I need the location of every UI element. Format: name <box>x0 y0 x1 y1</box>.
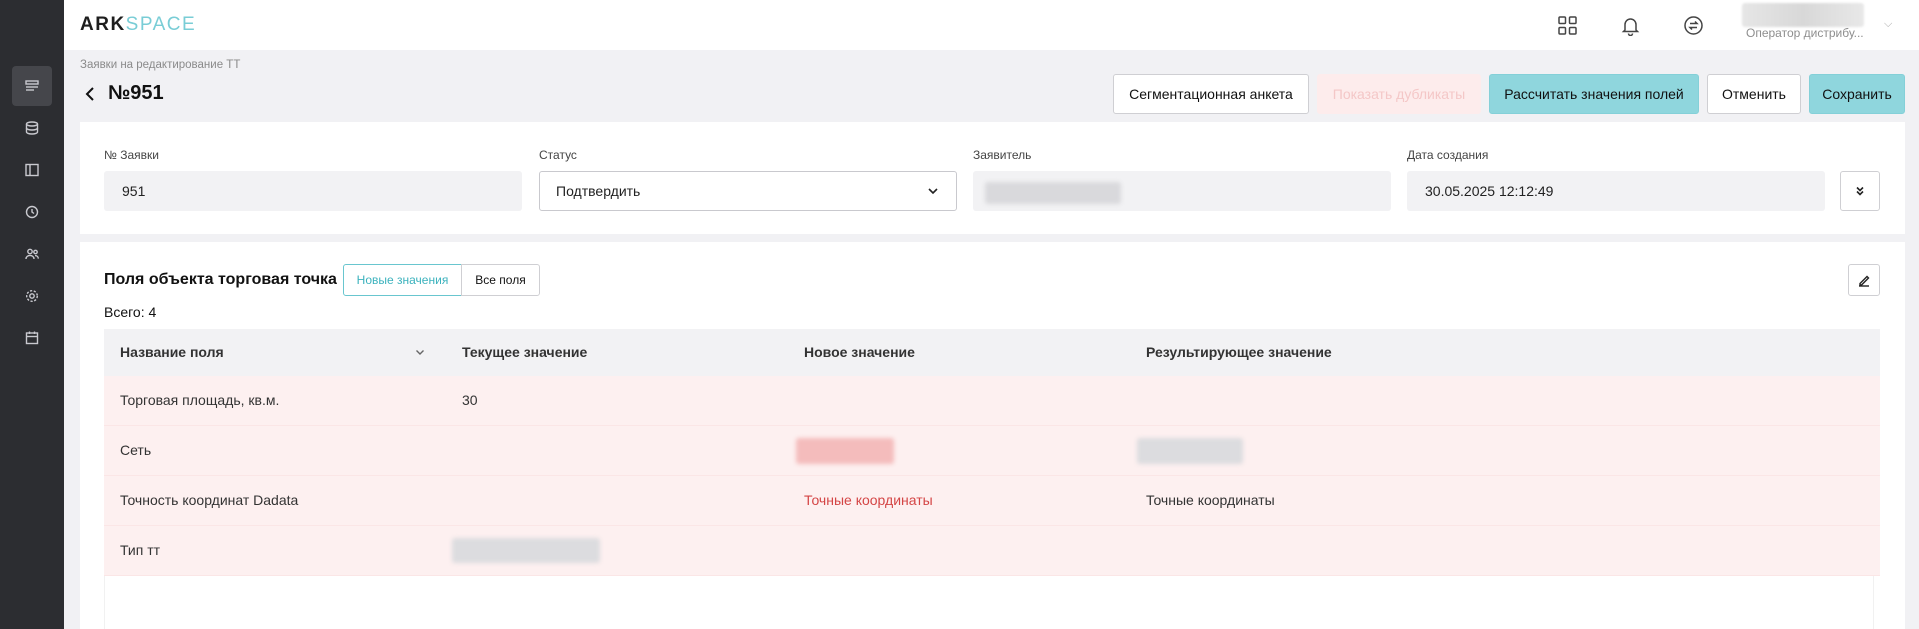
sidebar-item-database[interactable] <box>12 108 52 148</box>
column-header-new: Новое значение <box>804 344 915 360</box>
topbar: ARKSPACE Оператор дистрибу... ⌵ <box>64 0 1919 50</box>
cell-new-value: Точные координаты <box>804 492 933 508</box>
request-info-card: № Заявки 951 Статус Подтвердить Заявител… <box>80 122 1905 234</box>
notifications-button[interactable] <box>1617 12 1643 38</box>
show-duplicates-button[interactable]: Показать дубликаты <box>1317 74 1481 114</box>
sidebar <box>0 0 64 629</box>
logo-main: ARK <box>80 14 126 35</box>
calendar-icon <box>25 331 39 345</box>
table-row[interactable]: Сеть <box>104 426 1880 476</box>
fields-table: Название поля Текущее значение Новое зна… <box>104 329 1880 629</box>
created-date-field: 30.05.2025 12:12:49 <box>1407 171 1825 211</box>
column-header-field-name[interactable]: Название поля <box>120 344 224 360</box>
expand-button[interactable] <box>1840 171 1880 211</box>
cell-field-name: Торговая площадь, кв.м. <box>120 392 280 408</box>
current-value-blurred <box>452 538 600 563</box>
user-role: Оператор дистрибу... <box>1746 26 1864 40</box>
cell-field-name: Точность координат Dadata <box>120 492 299 508</box>
sidebar-item-history[interactable] <box>12 192 52 232</box>
request-number-value: 951 <box>122 183 146 199</box>
page-title: №951 <box>108 82 164 104</box>
grid-icon <box>1557 15 1577 35</box>
status-value: Подтвердить <box>556 183 641 199</box>
bell-icon <box>1621 17 1639 36</box>
users-icon <box>25 248 39 260</box>
database-icon <box>25 121 39 135</box>
table-header: Название поля Текущее значение Новое зна… <box>104 329 1880 376</box>
breadcrumb[interactable]: Заявки на редактирование ТТ <box>80 59 240 71</box>
cell-result-value: Точные координаты <box>1146 492 1275 508</box>
sidebar-item-users[interactable] <box>12 234 52 274</box>
apps-grid-button[interactable] <box>1554 12 1580 38</box>
pencil-icon <box>1859 275 1870 287</box>
request-number-label: № Заявки <box>104 148 159 162</box>
back-button[interactable] <box>84 84 100 104</box>
column-header-current: Текущее значение <box>462 344 588 360</box>
request-number-field: 951 <box>104 171 522 211</box>
toggle-new-values[interactable]: Новые значения <box>343 264 462 296</box>
section-title: Поля объекта торговая точка <box>104 271 337 288</box>
new-value-blurred <box>796 438 894 464</box>
sidebar-item-calendar[interactable] <box>12 318 52 358</box>
save-button[interactable]: Сохранить <box>1809 74 1905 114</box>
sync-icon <box>1683 15 1703 35</box>
gear-icon <box>25 289 39 303</box>
chevron-down-icon[interactable]: ⌵ <box>1884 18 1892 31</box>
clock-icon <box>25 205 39 219</box>
cancel-button[interactable]: Отменить <box>1707 74 1801 114</box>
toggle-all-fields[interactable]: Все поля <box>461 264 540 296</box>
status-label: Статус <box>539 148 577 162</box>
table-row[interactable]: Точность координат Dadata Точные координ… <box>104 476 1880 526</box>
sidebar-item-requests[interactable] <box>12 66 52 106</box>
status-select[interactable]: Подтвердить <box>539 171 957 211</box>
sidebar-item-layout[interactable] <box>12 150 52 190</box>
list-icon <box>25 80 39 91</box>
logo-accent: SPACE <box>125 14 197 35</box>
cell-field-name: Сеть <box>120 442 152 458</box>
sync-button[interactable] <box>1680 12 1706 38</box>
double-chevron-down-icon <box>1856 186 1864 196</box>
chevron-down-icon <box>926 184 940 201</box>
sidebar-item-settings[interactable] <box>12 276 52 316</box>
fields-card: Поля объекта торговая точка Новые значен… <box>80 242 1905 629</box>
app-logo[interactable]: ARKSPACE <box>80 14 196 36</box>
created-date-value: 30.05.2025 12:12:49 <box>1425 183 1554 199</box>
layout-icon <box>25 163 39 177</box>
calculate-fields-button[interactable]: Рассчитать значения полей <box>1489 74 1699 114</box>
created-date-label: Дата создания <box>1407 148 1489 162</box>
cell-field-name: Тип тт <box>120 542 161 558</box>
table-row[interactable]: Торговая площадь, кв.м. 30 <box>104 376 1880 426</box>
table-footer-space <box>104 576 1874 629</box>
applicant-label: Заявитель <box>973 148 1032 162</box>
user-name-blurred[interactable] <box>1742 3 1864 27</box>
column-header-result: Результирующее значение <box>1146 344 1332 360</box>
edit-button[interactable] <box>1848 264 1880 296</box>
table-row[interactable]: Тип тт <box>104 526 1880 576</box>
result-value-blurred <box>1137 438 1243 464</box>
chevron-left-icon <box>85 87 94 101</box>
chevron-down-icon[interactable] <box>414 345 426 361</box>
segmentation-button[interactable]: Сегментационная анкета <box>1113 74 1309 114</box>
total-count: Всего: 4 <box>104 304 157 320</box>
cell-current-value: 30 <box>462 392 478 408</box>
applicant-blurred <box>985 182 1121 204</box>
